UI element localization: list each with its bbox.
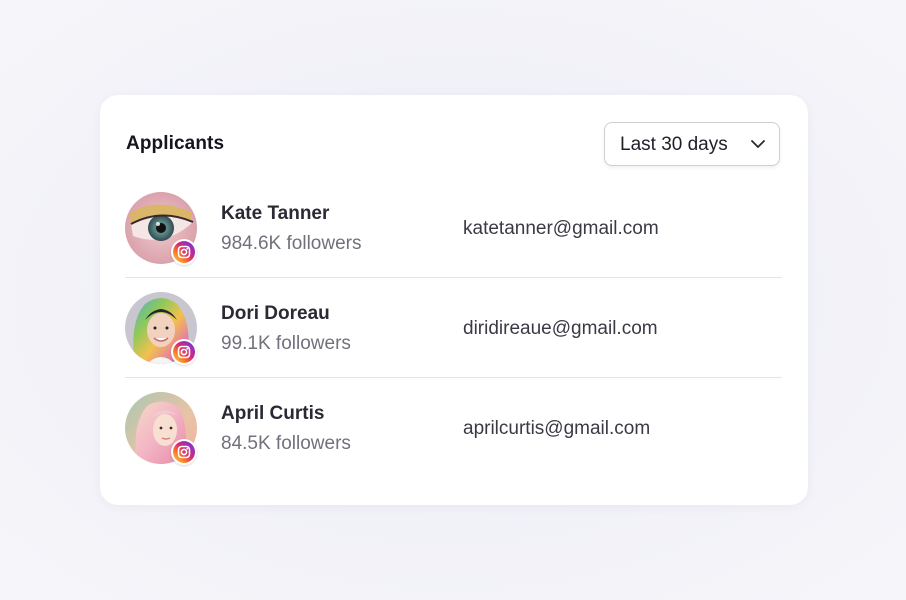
applicant-row[interactable]: Dori Doreau 99.1K followers diridireaue@… xyxy=(125,278,782,378)
avatar-wrap xyxy=(125,192,199,266)
applicant-followers: 84.5K followers xyxy=(221,433,351,454)
avatar-wrap xyxy=(125,392,199,466)
chevron-down-icon xyxy=(751,140,765,148)
instagram-icon xyxy=(173,441,195,463)
avatar-wrap xyxy=(125,292,199,366)
badge xyxy=(171,239,197,265)
applicant-name: Kate Tanner xyxy=(221,203,330,224)
date-range-label: Last 30 days xyxy=(620,134,728,155)
applicant-name: Dori Doreau xyxy=(221,303,330,324)
applicant-name: April Curtis xyxy=(221,403,325,424)
badge xyxy=(171,339,197,365)
applicant-email[interactable]: diridireaue@gmail.com xyxy=(463,318,658,340)
applicant-email[interactable]: aprilcurtis@gmail.com xyxy=(463,418,650,440)
applicants-card: Applicants Last 30 days Kate Tanner 984.… xyxy=(100,95,808,505)
applicant-row[interactable]: Kate Tanner 984.6K followers katetanner@… xyxy=(125,178,782,278)
applicant-row[interactable]: April Curtis 84.5K followers aprilcurtis… xyxy=(125,378,782,478)
date-range-dropdown[interactable]: Last 30 days xyxy=(604,122,780,166)
instagram-icon xyxy=(173,241,195,263)
badge xyxy=(171,439,197,465)
applicant-followers: 99.1K followers xyxy=(221,333,351,354)
applicant-email[interactable]: katetanner@gmail.com xyxy=(463,218,659,240)
instagram-icon xyxy=(173,341,195,363)
applicant-followers: 984.6K followers xyxy=(221,233,362,254)
card-title: Applicants xyxy=(126,133,225,154)
